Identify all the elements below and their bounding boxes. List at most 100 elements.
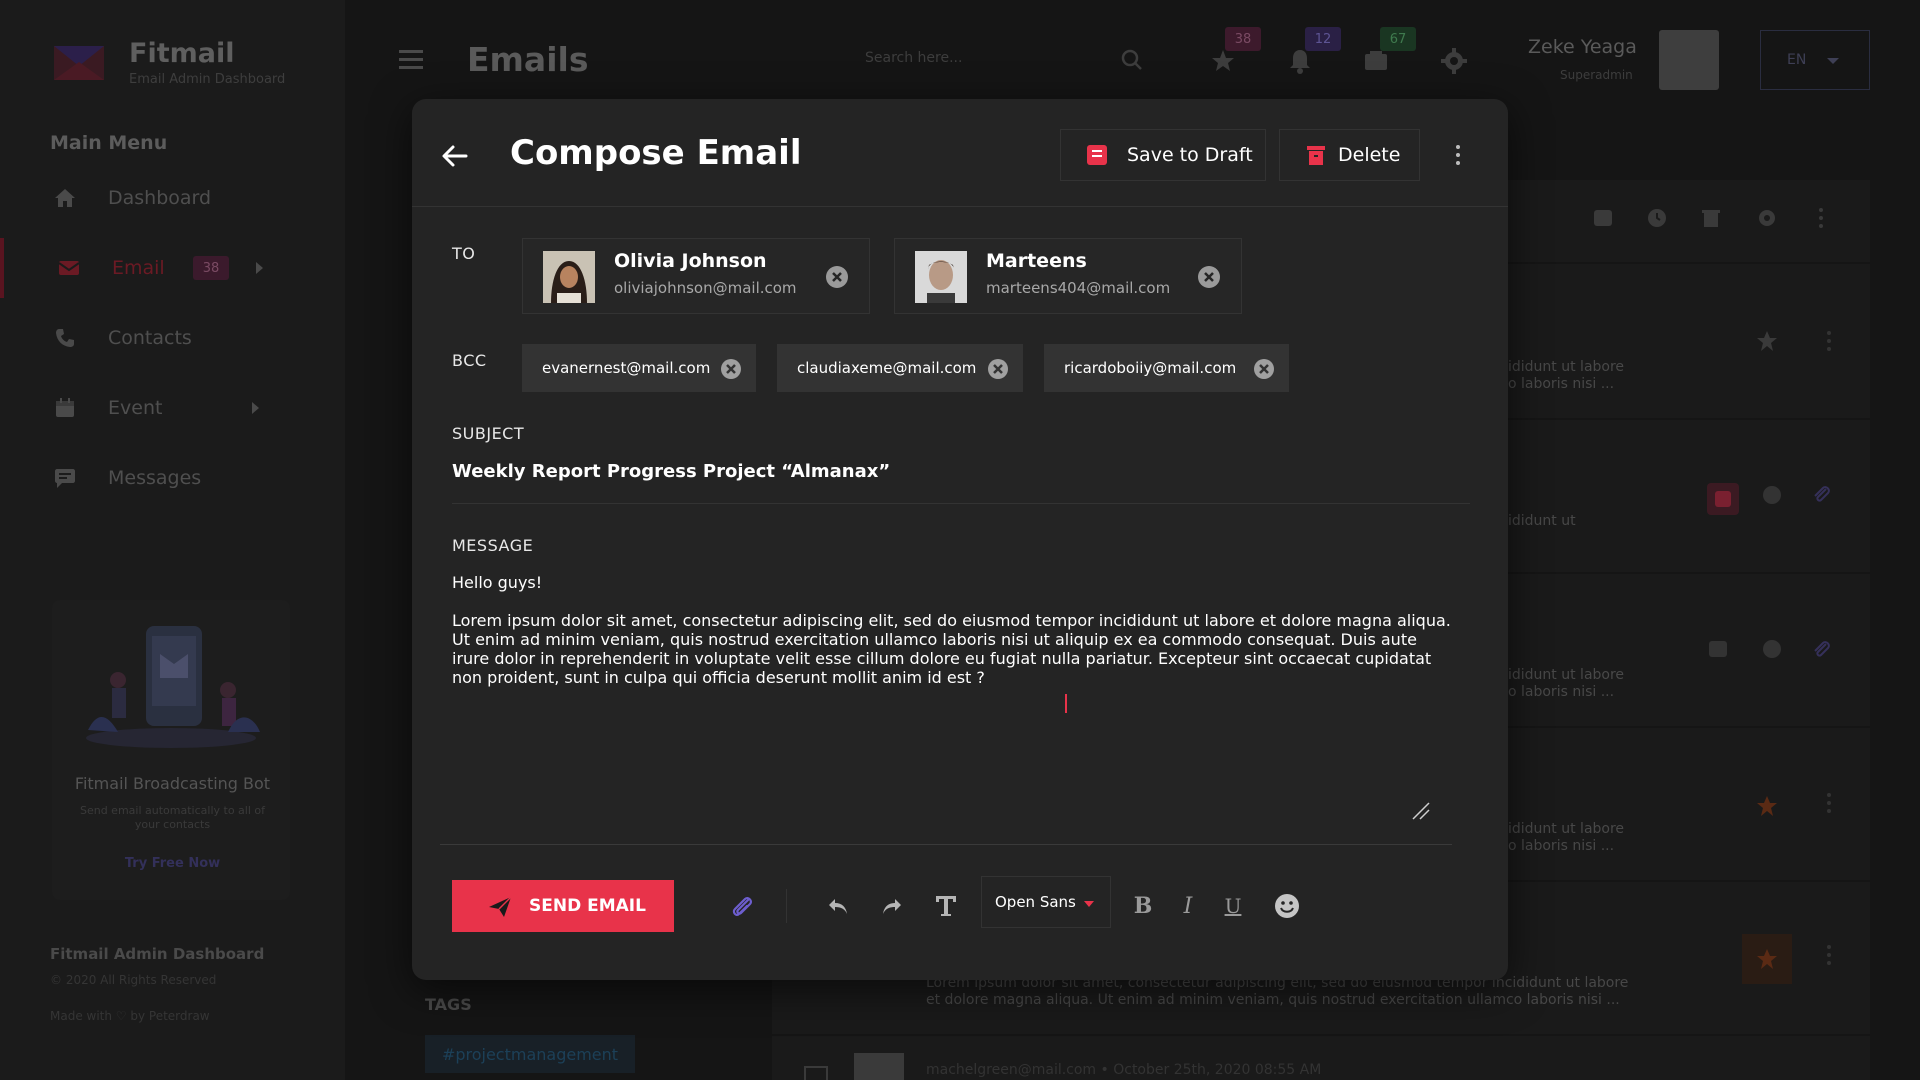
remove-recipient-icon[interactable] [1197,265,1221,289]
bcc-email: claudiaxeme@mail.com [797,359,977,377]
message-label: MESSAGE [452,536,534,555]
archive-icon[interactable] [1707,483,1739,515]
subject-label: SUBJECT [452,424,525,443]
clock-icon[interactable] [1761,484,1783,506]
tag-chip[interactable]: #projectmanagement [425,1035,635,1073]
sidebar: Fitmail Email Admin Dashboard Main Menu … [0,0,345,1080]
recipient-chip[interactable]: Marteens marteens404@mail.com [894,238,1242,314]
recipient-name: Marteens [986,250,1087,272]
recipient-email: marteens404@mail.com [986,279,1171,297]
sidebar-item-contacts[interactable]: Contacts [0,308,345,368]
star-icon[interactable] [1756,795,1778,817]
delete-button[interactable]: Delete [1279,129,1420,181]
star-icon[interactable] [1756,330,1778,352]
compose-email-modal: Compose Email Save to Draft Delete TO Ol… [412,99,1508,980]
bcc-email: evanernest@mail.com [542,359,711,377]
chevron-right-icon [252,402,259,414]
try-free-link[interactable]: Try Free Now [0,856,345,871]
bcc-email: ricardoboiiy@mail.com [1064,359,1237,377]
gear-icon[interactable] [1439,46,1469,76]
footer-credit: Made with ♡ by Peterdraw [50,1009,210,1023]
sender-avatar [854,1053,904,1080]
remove-bcc-icon[interactable] [1253,358,1275,380]
more-vertical-icon[interactable] [1456,145,1462,167]
recipient-chip[interactable]: Olivia Johnson oliviajohnson@mail.com [522,238,870,314]
undo-icon[interactable] [823,891,853,921]
sidebar-item-label: Dashboard [108,187,212,209]
sidebar-item-label: Messages [108,467,202,489]
email-meta: machelgreen@mail.com • October 25th, 202… [926,1062,1322,1078]
save-draft-button[interactable]: Save to Draft [1060,129,1266,181]
clock-icon[interactable] [1761,638,1783,660]
message-greeting: Hello guys! [452,573,543,592]
text-format-icon[interactable] [931,891,961,921]
bcc-chip[interactable]: claudiaxeme@mail.com [777,344,1023,392]
emoji-icon[interactable] [1272,891,1302,921]
envelope-icon [56,255,82,281]
draft-icon [1087,145,1107,165]
italic-icon[interactable]: I [1173,891,1203,921]
remove-bcc-icon[interactable] [987,358,1009,380]
more-vertical-icon[interactable] [1826,792,1832,814]
to-label: TO [452,244,476,263]
more-vertical-icon[interactable] [1818,207,1824,229]
email-snippet: Lorem ipsum dolor sit amet, consectetur … [926,975,1629,1008]
sidebar-item-messages[interactable]: Messages [0,448,345,508]
calendar-icon [52,395,78,421]
header-divider [412,206,1508,207]
more-vertical-icon[interactable] [1826,330,1832,352]
resize-handle-icon[interactable] [1411,801,1431,821]
more-vertical-icon[interactable] [1826,944,1832,966]
delete-label: Delete [1338,144,1401,166]
text-cursor [1065,694,1067,713]
home-icon [52,185,78,211]
hamburger-menu-icon[interactable] [399,50,423,70]
language-select[interactable]: EN [1760,30,1870,90]
send-email-label: SEND EMAIL [529,896,646,916]
paperclip-icon[interactable] [727,891,757,921]
language-value: EN [1787,52,1807,68]
send-email-button[interactable]: SEND EMAIL [452,880,674,932]
bcc-chip[interactable]: ricardoboiiy@mail.com [1044,344,1289,392]
clock-icon[interactable] [1646,207,1668,229]
search-input[interactable]: Search here... [865,50,1145,72]
sidebar-item-label: Event [108,397,163,419]
avatar[interactable] [1659,30,1719,90]
search-icon[interactable] [1120,48,1144,72]
phone-icon [52,325,78,351]
message-textarea[interactable]: Hello guys! Lorem ipsum dolor sit amet, … [440,561,1452,841]
brand-subtitle: Email Admin Dashboard [129,72,286,87]
redo-icon[interactable] [877,891,907,921]
subject-field[interactable]: Weekly Report Progress Project “Almanax” [452,461,890,482]
arrow-left-icon[interactable] [440,141,470,171]
chevron-down-icon [1084,901,1094,907]
paperclip-icon[interactable] [1810,638,1832,660]
sidebar-item-email[interactable]: Email 38 [0,238,345,298]
main-menu-title: Main Menu [50,132,168,154]
remove-recipient-icon[interactable] [825,265,849,289]
page-title: Emails [467,40,589,79]
archive-icon[interactable] [1707,638,1729,660]
bcc-chip[interactable]: evanernest@mail.com [522,344,756,392]
user-role: Superadmin [1560,68,1633,82]
recipient-avatar [915,251,967,303]
row-checkbox[interactable] [804,1066,828,1080]
trash-icon[interactable] [1700,207,1722,229]
sidebar-item-label: Email [112,257,165,279]
underline-icon[interactable]: U [1218,891,1248,921]
archive-icon[interactable] [1592,207,1614,229]
star-icon[interactable] [1756,948,1778,970]
font-family-select[interactable]: Open Sans [981,876,1111,928]
sidebar-item-dashboard[interactable]: Dashboard [0,168,345,228]
message-body: Lorem ipsum dolor sit amet, consectetur … [452,611,1451,687]
paperclip-icon[interactable] [1810,483,1832,505]
bold-icon[interactable]: B [1128,891,1158,921]
gear-icon[interactable] [1756,207,1778,229]
app: Fitmail Email Admin Dashboard Main Menu … [0,0,1920,1080]
remove-bcc-icon[interactable] [720,358,742,380]
email-count-badge: 38 [193,256,229,280]
toolbar-separator [786,889,787,923]
trash-icon [1307,146,1325,165]
sidebar-item-event[interactable]: Event [0,378,345,438]
subject-divider [452,503,1470,504]
